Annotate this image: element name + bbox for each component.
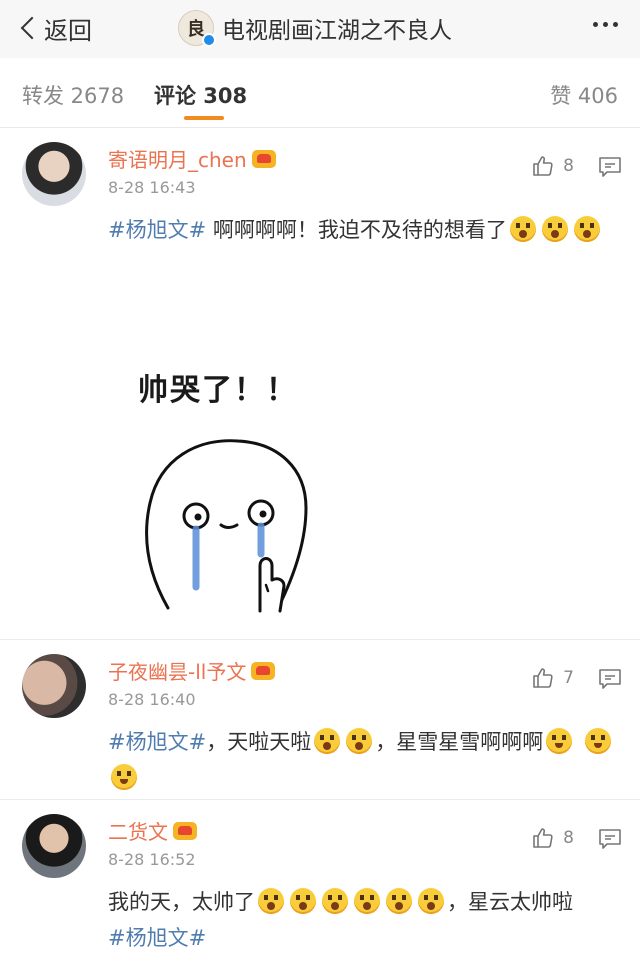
comment-body: ，星云太帅啦	[447, 890, 573, 914]
username-link[interactable]: 子夜幽昙-ll予文	[108, 656, 276, 685]
comment-body: 我的天，太帅了	[108, 890, 255, 914]
shocked-emoji-icon	[541, 216, 568, 242]
avatar[interactable]	[22, 142, 86, 206]
username: 寄语明月_chen	[108, 148, 247, 172]
topic-link[interactable]: #杨旭文#	[108, 730, 206, 754]
member-crown-icon	[251, 661, 276, 680]
comment-time: 8-28 16:52	[108, 850, 196, 869]
like-button[interactable]: 7	[531, 666, 574, 690]
shocked-emoji-icon	[418, 888, 444, 914]
comment-text: #杨旭文# 啊啊啊啊！我迫不及待的想看了	[108, 212, 618, 248]
comment-body: ，天啦天啦	[206, 730, 312, 754]
more-menu-icon[interactable]	[593, 22, 618, 27]
shocked-emoji-icon	[290, 888, 316, 914]
topic-link[interactable]: #杨旭文#	[108, 926, 206, 950]
shocked-emoji-icon	[354, 888, 380, 914]
nav-bar: 返回 良 电视剧画江湖之不良人	[0, 0, 640, 58]
shocked-emoji-icon	[314, 728, 341, 754]
avatar[interactable]	[22, 814, 86, 878]
reply-button[interactable]	[598, 828, 622, 854]
thumbs-up-icon	[533, 156, 553, 176]
like-button[interactable]: 8	[531, 826, 574, 850]
crying-face-drawing	[145, 439, 308, 613]
comment-item: 寄语明月_chen 8-28 16:43 8 #杨旭文# 啊啊啊啊！我迫不及待的…	[0, 128, 640, 640]
comment-body: ，星雪星雪啊啊啊	[375, 730, 544, 754]
tab-bar: 转发 2678 评论 308 赞 406	[0, 58, 640, 128]
comment-text: #杨旭文#，天啦天啦 ，星雪星雪啊啊啊	[108, 724, 618, 796]
comment-icon	[599, 829, 621, 849]
comment-icon	[599, 669, 621, 689]
comment-body: 啊啊啊啊！我迫不及待的想看了	[212, 218, 507, 242]
username: 子夜幽昙-ll予文	[108, 660, 247, 684]
back-button[interactable]: 返回	[18, 12, 92, 45]
like-count: 7	[563, 668, 574, 688]
tab-forwards[interactable]: 转发 2678	[22, 80, 124, 110]
member-crown-icon	[251, 149, 276, 168]
verified-badge-icon	[202, 33, 216, 47]
thumbs-up-icon	[533, 668, 553, 688]
like-count: 8	[563, 828, 574, 848]
like-button[interactable]: 8	[531, 154, 574, 178]
chevron-left-icon	[20, 16, 44, 40]
reply-button[interactable]	[598, 668, 622, 694]
tab-likes[interactable]: 赞 406	[550, 80, 618, 110]
blushing-emoji-icon	[546, 728, 573, 754]
comment-text: 我的天，太帅了 ，星云太帅啦 #杨旭文#	[108, 884, 618, 956]
blushing-emoji-icon	[584, 728, 611, 754]
account-logo[interactable]: 良	[178, 10, 216, 47]
topic-link[interactable]: #杨旭文#	[108, 218, 206, 242]
comment-time: 8-28 16:40	[108, 690, 196, 709]
like-count: 8	[563, 156, 574, 176]
comment-item: 子夜幽昙-ll予文 8-28 16:40 7 #杨旭文#，天啦天啦 ，星雪星雪啊啊…	[0, 640, 640, 800]
thumbs-up-icon	[533, 828, 553, 848]
crying-sticker-image[interactable]: 帅哭了！！	[128, 353, 358, 628]
shocked-emoji-icon	[573, 216, 600, 242]
shocked-emoji-icon	[346, 728, 373, 754]
shocked-emoji-icon	[258, 888, 284, 914]
username-link[interactable]: 寄语明月_chen	[108, 144, 276, 173]
shocked-emoji-icon	[322, 888, 348, 914]
username-link[interactable]: 二货文	[108, 816, 197, 845]
page-title: 电视剧画江湖之不良人	[222, 18, 452, 44]
comment-time: 8-28 16:43	[108, 178, 196, 197]
avatar[interactable]	[22, 654, 86, 718]
username: 二货文	[108, 820, 168, 844]
comment-item: 二货文 8-28 16:52 8 我的天，太帅了 ，星云太帅啦 #杨旭文#	[0, 800, 640, 956]
comment-icon	[599, 157, 621, 177]
page-title-group: 良 电视剧画江湖之不良人	[178, 8, 452, 48]
active-tab-indicator	[184, 116, 224, 120]
back-label: 返回	[44, 16, 92, 45]
tab-comments[interactable]: 评论 308	[154, 80, 247, 110]
member-crown-icon	[173, 821, 197, 840]
shocked-emoji-icon	[386, 888, 412, 914]
reply-button[interactable]	[598, 156, 622, 182]
shocked-emoji-icon	[509, 216, 536, 242]
blushing-emoji-icon	[111, 764, 137, 790]
